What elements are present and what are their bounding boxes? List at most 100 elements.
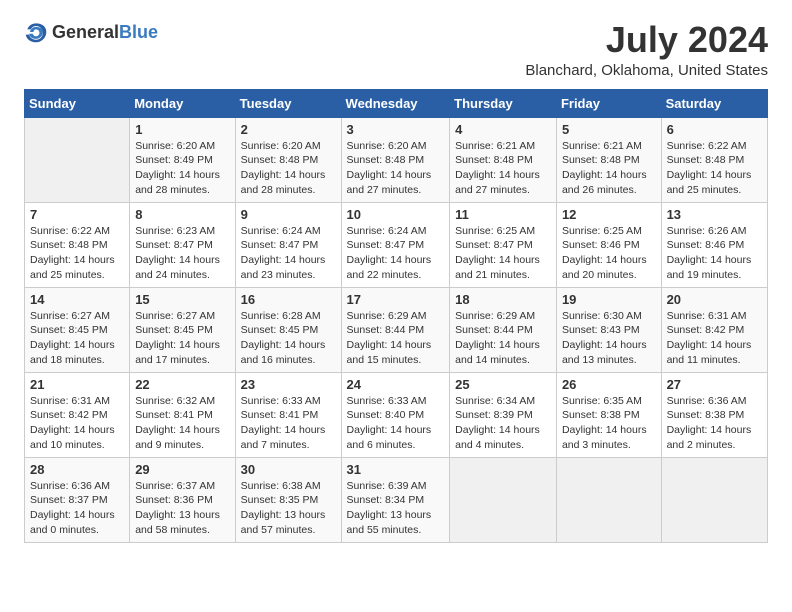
day-number: 22 (135, 377, 229, 392)
header-row: SundayMondayTuesdayWednesdayThursdayFrid… (25, 89, 768, 117)
day-number: 7 (30, 207, 124, 222)
day-cell: 14 Sunrise: 6:27 AM Sunset: 8:45 PM Dayli… (25, 287, 130, 372)
day-cell: 25Sunrise: 6:34 AM Sunset: 8:39 PM Dayli… (450, 372, 557, 457)
day-info: Sunrise: 6:20 AM Sunset: 8:48 PM Dayligh… (241, 139, 336, 198)
day-info: Sunrise: 6:34 AM Sunset: 8:39 PM Dayligh… (455, 394, 551, 453)
day-number: 8 (135, 207, 229, 222)
day-cell: 4Sunrise: 6:21 AM Sunset: 8:48 PM Daylig… (450, 117, 557, 202)
day-number: 12 (562, 207, 656, 222)
day-info: Sunrise: 6:25 AM Sunset: 8:46 PM Dayligh… (562, 224, 656, 283)
week-row-5: 28 Sunrise: 6:36 AM Sunset: 8:37 PM Dayli… (25, 457, 768, 542)
day-cell: 23Sunrise: 6:33 AM Sunset: 8:41 PM Dayli… (235, 372, 341, 457)
day-number: 15 (135, 292, 229, 307)
day-number: 19 (562, 292, 656, 307)
day-number: 11 (455, 207, 551, 222)
day-cell: 7 Sunrise: 6:22 AM Sunset: 8:48 PM Daylig… (25, 202, 130, 287)
day-info: Sunrise: 6:26 AM Sunset: 8:46 PM Dayligh… (667, 224, 762, 283)
day-number: 4 (455, 122, 551, 137)
day-info: Sunrise: 6:20 AM Sunset: 8:48 PM Dayligh… (347, 139, 445, 198)
day-info: Sunrise: 6:29 AM Sunset: 8:44 PM Dayligh… (347, 309, 445, 368)
day-number: 16 (241, 292, 336, 307)
logo: GeneralBlue (24, 20, 158, 44)
page-header: GeneralBlue July 2024 Blanchard, Oklahom… (24, 20, 768, 79)
day-cell: 26 Sunrise: 6:35 AM Sunset: 8:38 PM Dayli… (556, 372, 661, 457)
day-number: 13 (667, 207, 762, 222)
day-cell: 8 Sunrise: 6:23 AM Sunset: 8:47 PM Daylig… (130, 202, 235, 287)
week-row-4: 21Sunrise: 6:31 AM Sunset: 8:42 PM Dayli… (25, 372, 768, 457)
day-number: 24 (347, 377, 445, 392)
day-info: Sunrise: 6:24 AM Sunset: 8:47 PM Dayligh… (241, 224, 336, 283)
calendar-table: SundayMondayTuesdayWednesdayThursdayFrid… (24, 89, 768, 543)
day-number: 30 (241, 462, 336, 477)
day-cell: 28 Sunrise: 6:36 AM Sunset: 8:37 PM Dayli… (25, 457, 130, 542)
day-cell: 10Sunrise: 6:24 AM Sunset: 8:47 PM Dayli… (341, 202, 450, 287)
day-cell: 20Sunrise: 6:31 AM Sunset: 8:42 PM Dayli… (661, 287, 767, 372)
week-row-1: 1 Sunrise: 6:20 AM Sunset: 8:49 PM Daylig… (25, 117, 768, 202)
day-number: 31 (347, 462, 445, 477)
calendar-subtitle: Blanchard, Oklahoma, United States (525, 62, 768, 79)
day-info: Sunrise: 6:38 AM Sunset: 8:35 PM Dayligh… (241, 479, 336, 538)
col-header-sunday: Sunday (25, 89, 130, 117)
day-cell: 11 Sunrise: 6:25 AM Sunset: 8:47 PM Dayli… (450, 202, 557, 287)
day-number: 29 (135, 462, 229, 477)
day-number: 9 (241, 207, 336, 222)
day-cell: 30 Sunrise: 6:38 AM Sunset: 8:35 PM Dayli… (235, 457, 341, 542)
day-info: Sunrise: 6:22 AM Sunset: 8:48 PM Dayligh… (30, 224, 124, 283)
day-info: Sunrise: 6:30 AM Sunset: 8:43 PM Dayligh… (562, 309, 656, 368)
day-info: Sunrise: 6:22 AM Sunset: 8:48 PM Dayligh… (667, 139, 762, 198)
day-info: Sunrise: 6:37 AM Sunset: 8:36 PM Dayligh… (135, 479, 229, 538)
col-header-wednesday: Wednesday (341, 89, 450, 117)
logo-text: GeneralBlue (52, 22, 158, 43)
day-cell: 17 Sunrise: 6:29 AM Sunset: 8:44 PM Dayli… (341, 287, 450, 372)
day-number: 20 (667, 292, 762, 307)
day-cell: 24 Sunrise: 6:33 AM Sunset: 8:40 PM Dayli… (341, 372, 450, 457)
day-info: Sunrise: 6:36 AM Sunset: 8:37 PM Dayligh… (30, 479, 124, 538)
day-number: 5 (562, 122, 656, 137)
day-info: Sunrise: 6:23 AM Sunset: 8:47 PM Dayligh… (135, 224, 229, 283)
day-cell: 15 Sunrise: 6:27 AM Sunset: 8:45 PM Dayli… (130, 287, 235, 372)
day-cell: 31 Sunrise: 6:39 AM Sunset: 8:34 PM Dayli… (341, 457, 450, 542)
day-cell: 29 Sunrise: 6:37 AM Sunset: 8:36 PM Dayli… (130, 457, 235, 542)
day-number: 17 (347, 292, 445, 307)
week-row-3: 14 Sunrise: 6:27 AM Sunset: 8:45 PM Dayli… (25, 287, 768, 372)
day-number: 3 (347, 122, 445, 137)
day-cell: 12 Sunrise: 6:25 AM Sunset: 8:46 PM Dayli… (556, 202, 661, 287)
col-header-monday: Monday (130, 89, 235, 117)
day-number: 10 (347, 207, 445, 222)
day-number: 14 (30, 292, 124, 307)
week-row-2: 7 Sunrise: 6:22 AM Sunset: 8:48 PM Daylig… (25, 202, 768, 287)
logo-general: General (52, 22, 119, 42)
day-info: Sunrise: 6:25 AM Sunset: 8:47 PM Dayligh… (455, 224, 551, 283)
day-info: Sunrise: 6:33 AM Sunset: 8:40 PM Dayligh… (347, 394, 445, 453)
day-cell: 2 Sunrise: 6:20 AM Sunset: 8:48 PM Daylig… (235, 117, 341, 202)
day-cell: 19 Sunrise: 6:30 AM Sunset: 8:43 PM Dayli… (556, 287, 661, 372)
day-info: Sunrise: 6:36 AM Sunset: 8:38 PM Dayligh… (667, 394, 762, 453)
day-cell: 21Sunrise: 6:31 AM Sunset: 8:42 PM Dayli… (25, 372, 130, 457)
day-cell (661, 457, 767, 542)
day-cell (25, 117, 130, 202)
day-number: 1 (135, 122, 229, 137)
day-info: Sunrise: 6:39 AM Sunset: 8:34 PM Dayligh… (347, 479, 445, 538)
day-number: 6 (667, 122, 762, 137)
day-cell: 9 Sunrise: 6:24 AM Sunset: 8:47 PM Daylig… (235, 202, 341, 287)
day-info: Sunrise: 6:21 AM Sunset: 8:48 PM Dayligh… (562, 139, 656, 198)
day-number: 2 (241, 122, 336, 137)
day-info: Sunrise: 6:35 AM Sunset: 8:38 PM Dayligh… (562, 394, 656, 453)
day-cell: 13 Sunrise: 6:26 AM Sunset: 8:46 PM Dayli… (661, 202, 767, 287)
day-number: 26 (562, 377, 656, 392)
day-cell: 22Sunrise: 6:32 AM Sunset: 8:41 PM Dayli… (130, 372, 235, 457)
col-header-saturday: Saturday (661, 89, 767, 117)
logo-icon (24, 20, 48, 44)
day-cell: 27 Sunrise: 6:36 AM Sunset: 8:38 PM Dayli… (661, 372, 767, 457)
col-header-thursday: Thursday (450, 89, 557, 117)
day-info: Sunrise: 6:27 AM Sunset: 8:45 PM Dayligh… (30, 309, 124, 368)
day-number: 18 (455, 292, 551, 307)
day-info: Sunrise: 6:20 AM Sunset: 8:49 PM Dayligh… (135, 139, 229, 198)
day-info: Sunrise: 6:27 AM Sunset: 8:45 PM Dayligh… (135, 309, 229, 368)
day-cell: 1 Sunrise: 6:20 AM Sunset: 8:49 PM Daylig… (130, 117, 235, 202)
day-number: 27 (667, 377, 762, 392)
day-number: 23 (241, 377, 336, 392)
day-info: Sunrise: 6:29 AM Sunset: 8:44 PM Dayligh… (455, 309, 551, 368)
day-cell: 3 Sunrise: 6:20 AM Sunset: 8:48 PM Daylig… (341, 117, 450, 202)
day-number: 28 (30, 462, 124, 477)
